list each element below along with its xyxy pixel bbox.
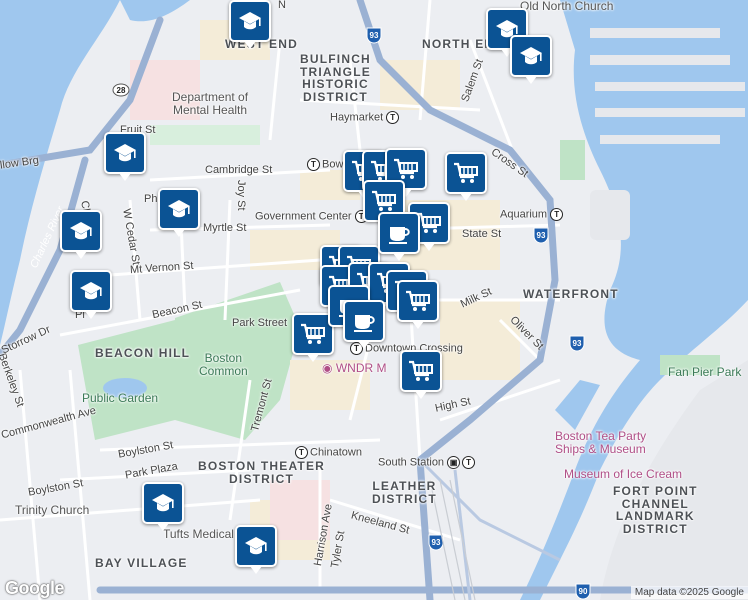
cart-icon [301, 323, 325, 344]
district-bay-village: BAY VILLAGE [95, 556, 188, 570]
google-logo: Google [5, 578, 65, 598]
label-north-church: Old North Church [520, 0, 614, 13]
label-haymarket: Haymarket T [330, 111, 401, 124]
school-icon [114, 144, 136, 162]
map-marker-cart[interactable] [445, 152, 487, 201]
svg-text:90: 90 [579, 587, 588, 596]
map-attribution[interactable]: Map data ©2025 Google [630, 586, 748, 599]
map-marker-school[interactable] [60, 210, 102, 259]
label-trinity-church: Trinity Church [15, 503, 90, 517]
park-waterfront [560, 140, 585, 180]
map-marker-school[interactable] [142, 482, 184, 531]
district-beacon-hill: BEACON HILL [95, 346, 191, 360]
map-marker-cart[interactable] [397, 280, 439, 329]
label-state-st: State St [462, 228, 502, 240]
label-park-street: Park Street [232, 317, 288, 329]
subway-icon: T [307, 158, 320, 171]
museum-icon: ◉ [322, 361, 333, 375]
district-boston-theater: BOSTON THEATER DISTRICT [198, 459, 326, 486]
label-south-station: South Station ▣ T [378, 456, 477, 469]
label-bowdoin: T Bow [307, 158, 343, 171]
map-marker-school[interactable] [229, 0, 271, 49]
label-public-garden: Public Garden [82, 391, 159, 405]
cafe-icon [389, 227, 410, 244]
cart-icon [454, 162, 478, 183]
label-tea-party: Boston Tea Party Ships & Museum [555, 429, 647, 456]
district-leather: LEATHER DISTRICT [372, 479, 437, 506]
map-marker-school[interactable] [104, 132, 146, 181]
label-ice-cream: Museum of Ice Cream [564, 467, 683, 481]
map-marker-school[interactable] [158, 188, 200, 237]
subway-icon: T [386, 111, 400, 124]
label-joy-st: Joy St [235, 180, 247, 211]
cart-icon [409, 360, 433, 381]
school-icon [80, 282, 102, 300]
label-dept-mental-health: Department of Mental Health [172, 90, 249, 117]
district-waterfront: WATERFRONT [523, 287, 619, 301]
label-wndr-museum: ◉ WNDR M [322, 361, 387, 375]
subway-icon: T [462, 456, 476, 469]
map-marker-school[interactable] [70, 270, 112, 319]
school-icon [245, 537, 267, 555]
district-bulfinch: BULFINCH TRIANGLE HISTORIC DISTRICT [300, 52, 371, 104]
map-marker-cafe[interactable] [378, 212, 420, 261]
train-icon: ▣ [447, 456, 461, 469]
cart-icon [372, 190, 396, 211]
map-marker-cart[interactable] [400, 350, 442, 399]
map-marker-school[interactable] [510, 35, 552, 84]
svg-text:93: 93 [432, 538, 441, 547]
park-mental-health [150, 125, 260, 145]
label-boston-common: Boston Common [199, 351, 248, 378]
label-myrtle-st: Myrtle St [203, 222, 247, 234]
cart-icon [394, 158, 418, 179]
cafe-icon [354, 315, 375, 332]
district-fort-point: FORT POINT CHANNEL LANDMARK DISTRICT [613, 484, 698, 536]
label-government-center: Government Center T [255, 210, 370, 223]
label-ph: Ph [144, 193, 158, 205]
cart-icon [406, 290, 430, 311]
map-marker-school[interactable] [235, 525, 277, 574]
subway-icon: T [295, 446, 308, 459]
label-aquarium: Aquarium T [500, 208, 565, 221]
subway-icon: T [550, 208, 564, 221]
svg-text:93: 93 [573, 339, 582, 348]
label-north-station: N [278, 0, 286, 11]
svg-text:28: 28 [117, 86, 126, 95]
label-chinatown: T Chinatown [295, 446, 362, 459]
map-marker-cafe[interactable] [343, 300, 385, 349]
school-icon [239, 12, 261, 30]
school-icon [70, 222, 92, 240]
svg-text:93: 93 [370, 31, 379, 40]
label-cambridge-st: Cambridge St [205, 164, 273, 176]
label-fan-pier: Fan Pier Park [668, 365, 742, 379]
school-icon [168, 200, 190, 218]
svg-text:93: 93 [537, 231, 546, 240]
school-icon [152, 494, 174, 512]
school-icon [520, 47, 542, 65]
